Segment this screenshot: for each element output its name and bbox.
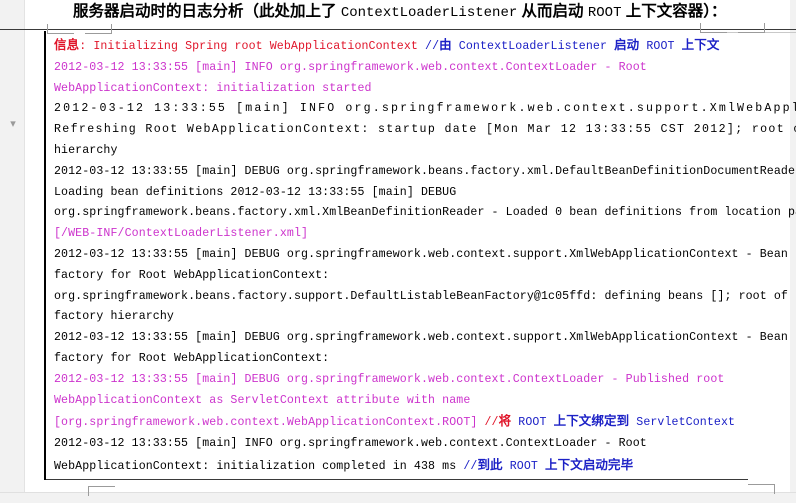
- log-run-0: [org.springframework.web.context.WebAppl…: [54, 416, 485, 430]
- log-line: Loading bean definitions 2012-03-12 13:3…: [54, 183, 792, 204]
- log-run-0: 2012-03-12 13:33:55 [main] INFO org.spri…: [54, 60, 647, 74]
- log-line: 2012-03-12 13:33:55 [main] DEBUG org.spr…: [54, 328, 792, 349]
- log-run-0: hierarchy: [54, 143, 118, 157]
- log-line: WebApplicationContext: initialization st…: [54, 79, 792, 100]
- log-run-2: 将: [498, 413, 512, 429]
- log-run-0: factory hierarchy: [54, 310, 174, 324]
- log-line: 信息: Initializing Spring root WebApplicat…: [54, 35, 792, 58]
- log-line: [org.springframework.web.context.WebAppl…: [54, 411, 792, 434]
- log-line: 2012-03-12 13:33:55 [main] DEBUG org.spr…: [54, 370, 792, 391]
- log-line: 2012-03-12 13:33:55 [main] DEBUG org.spr…: [54, 245, 792, 266]
- log-run-1: //: [463, 459, 478, 473]
- left-gutter: [0, 0, 25, 503]
- log-line: org.springframework.beans.factory.xml.Xm…: [54, 203, 796, 224]
- log-run-0: 2012-03-12 13:33:55 [main] DEBUG org.spr…: [54, 247, 788, 261]
- page-title-run-2: 从而启动: [517, 3, 588, 20]
- log-line: hierarchy: [54, 141, 792, 162]
- log-run-0: factory for Root WebApplicationContext:: [54, 351, 330, 365]
- log-line: WebApplicationContext as ServletContext …: [54, 391, 792, 412]
- log-run-0: [/WEB-INF/ContextLoaderListener.xml]: [54, 227, 309, 241]
- page-title-run-1: ContextLoaderListener: [340, 5, 518, 21]
- bottom-chrome: [0, 492, 796, 503]
- page-title-run-3: ROOT: [587, 5, 622, 21]
- log-run-1: : Initializing Spring root WebApplicatio…: [79, 40, 426, 53]
- margin-marker-bottom-left: [88, 486, 115, 496]
- log-line: factory for Root WebApplicationContext:: [54, 266, 792, 287]
- log-run-0: WebApplicationContext: initialization st…: [54, 81, 372, 95]
- log-run-6: ROOT: [639, 40, 682, 53]
- log-line: Refreshing Root WebApplicationContext: s…: [54, 120, 796, 141]
- log-run-0: org.springframework.beans.factory.suppor…: [54, 289, 788, 303]
- gutter-collapse-arrow-icon[interactable]: ▾: [6, 118, 20, 130]
- page-title: 服务器启动时的日志分析（此处加上了 ContextLoaderListener …: [73, 1, 773, 24]
- log-run-0: 2012-03-12 13:33:55 [main] DEBUG org.spr…: [54, 372, 725, 386]
- log-run-0: Loading bean definitions 2012-03-12 13:3…: [54, 185, 457, 199]
- log-line: 2012-03-12 13:33:55 [main] INFO org.spri…: [54, 99, 796, 120]
- log-run-0: factory for Root WebApplicationContext:: [54, 268, 330, 282]
- log-line: 2012-03-12 13:33:55 [main] INFO org.spri…: [54, 58, 792, 79]
- log-run-0: 信息: [54, 37, 80, 52]
- page-title-run-4: 上下文容器）：: [621, 3, 727, 20]
- log-run-0: 2012-03-12 13:33:55 [main] INFO org.spri…: [54, 437, 647, 451]
- log-run-2: 到此: [477, 456, 503, 472]
- page-title-run-0: 服务器启动时的日志分析（此处加上了: [73, 3, 341, 20]
- log-run-0: Refreshing Root WebApplicationContext: s…: [54, 123, 796, 137]
- log-line: WebApplicationContext: initialization co…: [54, 455, 792, 478]
- log-run-3: ROOT: [511, 416, 554, 430]
- margin-marker-bottom-right: [748, 484, 775, 494]
- log-run-2: //: [425, 40, 440, 53]
- log-line: org.springframework.beans.factory.suppor…: [54, 287, 792, 308]
- title-divider: [0, 29, 796, 30]
- log-run-0: WebApplicationContext: initialization co…: [54, 459, 464, 473]
- log-run-5: 启动: [614, 37, 640, 52]
- log-run-3: 由: [439, 37, 452, 52]
- document-page: ▾ 服务器启动时的日志分析（此处加上了 ContextLoaderListene…: [0, 0, 796, 503]
- log-run-0: 2012-03-12 13:33:55 [main] DEBUG org.spr…: [54, 331, 788, 345]
- log-run-4: ContextLoaderListener: [451, 40, 615, 53]
- log-line: factory hierarchy: [54, 307, 792, 328]
- log-line: 2012-03-12 13:33:55 [main] DEBUG org.spr…: [54, 162, 796, 183]
- log-line: factory for Root WebApplicationContext:: [54, 349, 792, 370]
- log-run-7: 上下文: [681, 37, 720, 52]
- log-run-0: 2012-03-12 13:33:55 [main] INFO org.spri…: [54, 102, 796, 116]
- log-run-0: 2012-03-12 13:33:55 [main] DEBUG org.spr…: [54, 164, 796, 178]
- log-run-0: org.springframework.beans.factory.xml.Xm…: [54, 206, 796, 220]
- log-line: [/WEB-INF/ContextLoaderListener.xml]: [54, 224, 792, 245]
- log-line: 2012-03-12 13:33:55 [main] INFO org.spri…: [54, 434, 792, 455]
- log-run-4: 上下文启动完毕: [545, 456, 634, 472]
- log-run-1: //: [484, 416, 499, 430]
- log-run-3: ROOT: [502, 459, 546, 473]
- log-run-0: WebApplicationContext as ServletContext …: [54, 393, 471, 407]
- log-run-5: ServletContext: [629, 416, 736, 430]
- log-run-4: 上下文绑定到: [553, 413, 630, 429]
- log-content-block: 信息: Initializing Spring root WebApplicat…: [44, 31, 796, 480]
